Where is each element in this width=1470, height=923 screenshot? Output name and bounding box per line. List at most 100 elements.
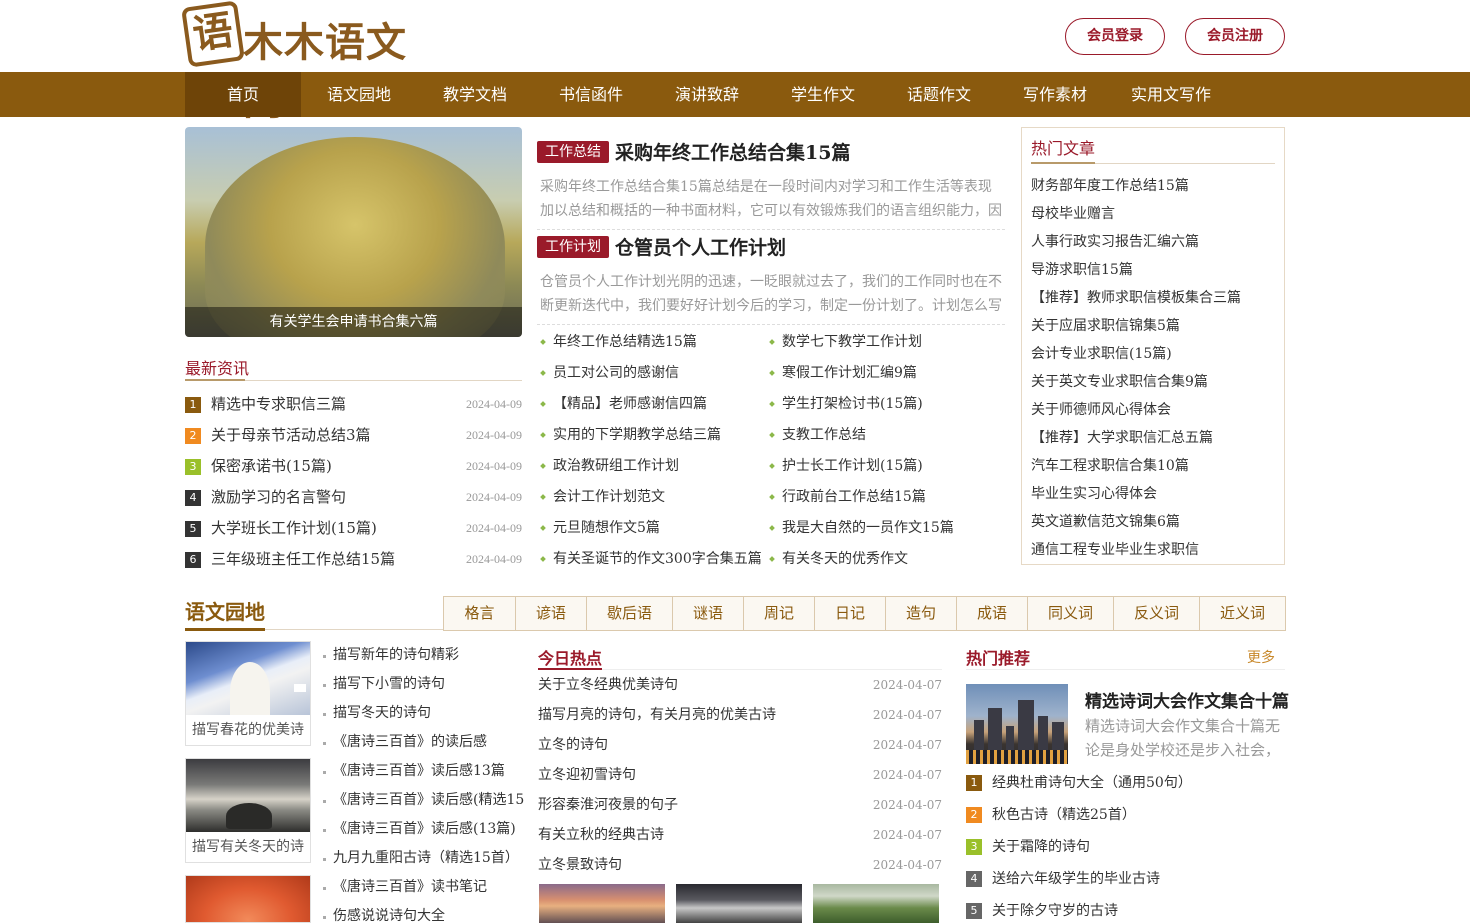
yuwen-tab[interactable]: 造句 xyxy=(885,597,956,630)
article-link[interactable]: 护士长工作计划(15篇) xyxy=(766,452,996,483)
nav-item[interactable]: 教学文档 xyxy=(417,72,533,117)
nav-item[interactable]: 语文园地 xyxy=(301,72,417,117)
today-hot-row[interactable]: 立冬景致诗句 2024-04-07 xyxy=(538,851,942,881)
hot-image-coast[interactable] xyxy=(676,884,802,923)
article-link[interactable]: 年终工作总结精选15篇 xyxy=(537,328,767,359)
recommend-link[interactable]: 关于除夕守岁的古诗 xyxy=(992,896,1118,923)
yuwen-tab[interactable]: 近义词 xyxy=(1199,597,1285,630)
poem-link[interactable]: 《唐诗三百首》读后感(精选15 xyxy=(322,786,527,815)
hot-article-link[interactable]: 【推荐】大学求职信汇总五篇 xyxy=(1031,424,1241,452)
news-title[interactable]: 大学班长工作计划(15篇) xyxy=(211,514,377,542)
hot-article-link[interactable]: 导游求职信15篇 xyxy=(1031,256,1241,284)
thumb-caption[interactable]: 描写有关冬天的诗 xyxy=(186,832,310,862)
news-title[interactable]: 关于母亲节活动总结3篇 xyxy=(211,421,371,449)
today-hot-row[interactable]: 有关立秋的经典古诗 2024-04-07 xyxy=(538,821,942,851)
nav-item[interactable]: 首页 xyxy=(185,72,301,117)
news-row[interactable]: 1 精选中专求职信三篇 2024-04-09 xyxy=(185,390,522,421)
news-title[interactable]: 保密承诺书(15篇) xyxy=(211,452,332,480)
article-link[interactable]: 学生打架检讨书(15篇) xyxy=(766,390,996,421)
nav-item[interactable]: 写作素材 xyxy=(997,72,1113,117)
today-hot-row[interactable]: 立冬迎初雪诗句 2024-04-07 xyxy=(538,761,942,791)
recommend-link[interactable]: 送给六年级学生的毕业古诗 xyxy=(992,864,1160,894)
article-link[interactable]: 政治教研组工作计划 xyxy=(537,452,767,483)
today-hot-title[interactable]: 立冬景致诗句 xyxy=(538,857,622,873)
yuwen-tab[interactable]: 同义词 xyxy=(1027,597,1113,630)
recommend-row[interactable]: 3 关于霜降的诗句 xyxy=(966,832,1285,864)
article-link[interactable]: 寒假工作计划汇编9篇 xyxy=(766,359,996,390)
hot-image-meadow[interactable] xyxy=(813,884,939,923)
recommend-row[interactable]: 4 送给六年级学生的毕业古诗 xyxy=(966,864,1285,896)
poem-link[interactable]: 九月九重阳古诗（精选15首） xyxy=(322,844,527,873)
article-link[interactable]: 会计工作计划范文 xyxy=(537,483,767,514)
recommend-row[interactable]: 2 秋色古诗（精选25首） xyxy=(966,800,1285,832)
article-link[interactable]: 数学七下教学工作计划 xyxy=(766,328,996,359)
news-row[interactable]: 3 保密承诺书(15篇) 2024-04-09 xyxy=(185,452,522,483)
headline-tag[interactable]: 工作计划 xyxy=(537,235,609,258)
hot-article-link[interactable]: 【推荐】教师求职信模板集合三篇 xyxy=(1031,284,1241,312)
hot-article-link[interactable]: 毕业生实习心得体会 xyxy=(1031,480,1241,508)
today-hot-row[interactable]: 关于立冬经典优美诗句 2024-04-07 xyxy=(538,671,942,701)
hot-image-sunset[interactable] xyxy=(539,884,665,923)
poem-link[interactable]: 《唐诗三百首》读后感(13篇) xyxy=(322,815,527,844)
today-hot-title[interactable]: 立冬的诗句 xyxy=(538,737,608,753)
today-hot-title[interactable]: 描写月亮的诗句，有关月亮的优美古诗 xyxy=(538,707,776,723)
today-hot-title[interactable]: 有关立秋的经典古诗 xyxy=(538,827,664,843)
yuwen-tab[interactable]: 谜语 xyxy=(672,597,743,630)
news-title[interactable]: 激励学习的名言警句 xyxy=(211,483,346,511)
feature-image[interactable]: 有关学生会申请书合集六篇 xyxy=(185,127,522,337)
news-row[interactable]: 4 激励学习的名言警句 2024-04-09 xyxy=(185,483,522,514)
yuwen-tab[interactable]: 周记 xyxy=(743,597,814,630)
article-link[interactable]: 实用的下学期教学总结三篇 xyxy=(537,421,767,452)
poem-link[interactable]: 描写新年的诗句精彩 xyxy=(322,641,527,670)
recommend-row[interactable]: 5 关于除夕守岁的古诗 xyxy=(966,896,1285,923)
hot-article-link[interactable]: 通信工程专业毕业生求职信 xyxy=(1031,536,1241,564)
recommend-more-link[interactable]: 更多 xyxy=(1247,647,1275,667)
thumb-card[interactable]: 描写春花的优美诗 xyxy=(185,641,311,746)
news-row[interactable]: 5 大学班长工作计划(15篇) 2024-04-09 xyxy=(185,514,522,545)
hot-article-link[interactable]: 汽车工程求职信合集10篇 xyxy=(1031,452,1241,480)
recommend-headline[interactable]: 精选诗词大会作文集合十篇 xyxy=(1085,687,1289,712)
login-button[interactable]: 会员登录 xyxy=(1065,18,1165,55)
headline-title[interactable]: 仓管员个人工作计划 xyxy=(615,237,786,259)
hot-article-link[interactable]: 财务部年度工作总结15篇 xyxy=(1031,172,1241,200)
article-link[interactable]: 我是大自然的一员作文15篇 xyxy=(766,514,996,545)
today-hot-row[interactable]: 描写月亮的诗句，有关月亮的优美古诗 2024-04-07 xyxy=(538,701,942,731)
article-link[interactable]: 行政前台工作总结15篇 xyxy=(766,483,996,514)
hot-article-link[interactable]: 会计专业求职信(15篇) xyxy=(1031,340,1241,368)
headline-tag[interactable]: 工作总结 xyxy=(537,140,609,163)
hot-article-link[interactable]: 关于应届求职信锦集5篇 xyxy=(1031,312,1241,340)
register-button[interactable]: 会员注册 xyxy=(1185,18,1285,55)
news-row[interactable]: 6 三年级班主任工作总结15篇 2024-04-09 xyxy=(185,545,522,576)
hot-article-link[interactable]: 人事行政实习报告汇编六篇 xyxy=(1031,228,1241,256)
thumb-card[interactable] xyxy=(185,875,311,923)
yuwen-tab[interactable]: 成语 xyxy=(956,597,1027,630)
nav-item[interactable]: 实用文写作 xyxy=(1113,72,1229,117)
news-title[interactable]: 精选中专求职信三篇 xyxy=(211,390,346,418)
today-hot-title[interactable]: 形容秦淮河夜景的句子 xyxy=(538,797,678,813)
article-link[interactable]: 有关圣诞节的作文300字合集五篇 xyxy=(537,545,767,576)
yuwen-tab[interactable]: 谚语 xyxy=(515,597,586,630)
poem-link[interactable]: 描写下小雪的诗句 xyxy=(322,670,527,699)
hot-article-link[interactable]: 母校毕业赠言 xyxy=(1031,200,1241,228)
feature-caption[interactable]: 有关学生会申请书合集六篇 xyxy=(185,307,522,337)
recommend-link[interactable]: 秋色古诗（精选25首） xyxy=(992,800,1136,830)
article-link[interactable]: 元旦随想作文5篇 xyxy=(537,514,767,545)
poem-link[interactable]: 《唐诗三百首》读书笔记 xyxy=(322,873,527,902)
article-link[interactable]: 【精品】老师感谢信四篇 xyxy=(537,390,767,421)
recommend-link[interactable]: 关于霜降的诗句 xyxy=(992,832,1090,862)
nav-item[interactable]: 书信函件 xyxy=(533,72,649,117)
thumb-card[interactable]: 描写有关冬天的诗 xyxy=(185,758,311,863)
news-title[interactable]: 三年级班主任工作总结15篇 xyxy=(211,545,395,573)
yuwen-tab[interactable]: 日记 xyxy=(814,597,885,630)
poem-link[interactable]: 描写冬天的诗句 xyxy=(322,699,527,728)
news-row[interactable]: 2 关于母亲节活动总结3篇 2024-04-09 xyxy=(185,421,522,452)
today-hot-title[interactable]: 立冬迎初雪诗句 xyxy=(538,767,636,783)
thumb-caption[interactable]: 描写春花的优美诗 xyxy=(186,715,310,745)
hot-article-link[interactable]: 英文道歉信范文锦集6篇 xyxy=(1031,508,1241,536)
yuwen-tab[interactable]: 歇后语 xyxy=(586,597,672,630)
hot-article-link[interactable]: 关于师德师风心得体会 xyxy=(1031,396,1241,424)
today-hot-row[interactable]: 形容秦淮河夜景的句子 2024-04-07 xyxy=(538,791,942,821)
poem-link[interactable]: 伤感说说诗句大全 xyxy=(322,902,527,923)
article-link[interactable]: 有关冬天的优秀作文 xyxy=(766,545,996,576)
nav-item[interactable]: 话题作文 xyxy=(881,72,997,117)
